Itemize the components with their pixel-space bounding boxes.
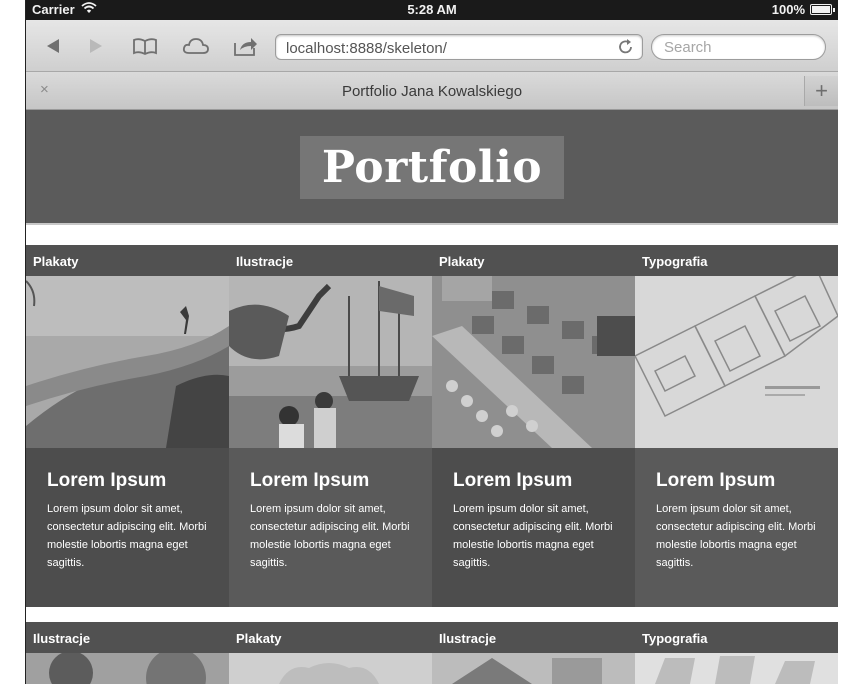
address-bar[interactable]: localhost:8888/skeleton/ (275, 34, 643, 60)
card-category: Plakaty (229, 622, 432, 653)
card-image (635, 653, 838, 684)
card-image (229, 276, 432, 448)
card-category: Ilustracje (432, 622, 635, 653)
card-text: Lorem ipsum dolor sit amet, consectetur … (453, 503, 613, 569)
portfolio-card[interactable]: Plakaty (432, 245, 635, 607)
reload-icon[interactable] (618, 38, 634, 60)
card-category: Plakaty (432, 245, 635, 276)
portfolio-card[interactable]: Typografia Lorem Ipsum Lorem ipsum dolor… (635, 245, 838, 607)
forward-icon[interactable] (81, 32, 111, 60)
card-title: Lorem Ipsum (47, 470, 167, 491)
card-text: Lorem ipsum dolor sit amet, consectetur … (47, 503, 207, 569)
status-right: 100% (771, 2, 835, 17)
portfolio-card[interactable]: Plakaty Lorem Ipsum Lorem ipsum dolor si… (26, 245, 229, 607)
portfolio-card[interactable]: Ilustracje (26, 622, 229, 684)
portfolio-card[interactable]: Ilustracje (432, 622, 635, 684)
card-text: Lorem ipsum dolor sit amet, consectetur … (656, 503, 816, 569)
url-text[interactable]: localhost:8888/skeleton/ (286, 40, 447, 57)
card-body: Lorem Ipsum Lorem ipsum dolor sit amet, … (26, 448, 229, 607)
card-category: Typografia (635, 245, 838, 276)
battery-icon (810, 4, 835, 15)
battery-label: 100% (771, 2, 805, 17)
status-bar: Carrier 5:28 AM 100% (26, 0, 838, 20)
card-image (26, 653, 229, 684)
ipad-screen: Carrier 5:28 AM 100% localhost:8888/skel… (26, 0, 838, 684)
tab-title[interactable]: Portfolio Jana Kowalskiego (26, 83, 838, 100)
page-header: Portfolio (26, 110, 838, 225)
logo-text: Portfolio (321, 142, 543, 193)
new-tab-button[interactable]: + (804, 76, 838, 106)
card-image (229, 653, 432, 684)
card-body: Lorem Ipsum Lorem ipsum dolor sit amet, … (635, 448, 838, 607)
cloud-icon[interactable] (181, 32, 211, 60)
search-box[interactable] (651, 34, 826, 60)
card-image (635, 276, 838, 448)
browser-toolbar: localhost:8888/skeleton/ (26, 20, 838, 72)
card-title: Lorem Ipsum (656, 470, 776, 491)
card-category: Ilustracje (229, 245, 432, 276)
card-title: Lorem Ipsum (453, 470, 573, 491)
search-input[interactable] (664, 39, 814, 56)
card-image (432, 276, 635, 448)
share-icon[interactable] (230, 32, 260, 60)
portfolio-row: Ilustracje Plakaty Ilustracje Typografia (26, 622, 838, 684)
card-category: Typografia (635, 622, 838, 653)
card-image (26, 276, 229, 448)
card-body: Lorem Ipsum Lorem ipsum dolor sit amet, … (229, 448, 432, 607)
card-category: Ilustracje (26, 622, 229, 653)
portfolio-card[interactable]: Ilustracje Lorem Ipsum Lorem ipsum dolor… (229, 245, 432, 607)
card-text: Lorem ipsum dolor sit amet, consectetur … (250, 503, 410, 569)
right-frame (838, 0, 845, 684)
status-time: 5:28 AM (407, 2, 457, 17)
back-icon[interactable] (38, 32, 68, 60)
tab-bar: × Portfolio Jana Kowalskiego + (26, 72, 838, 110)
portfolio-row: Plakaty Lorem Ipsum Lorem ipsum dolor si… (26, 245, 838, 607)
card-category: Plakaty (26, 245, 229, 276)
card-body: Lorem Ipsum Lorem ipsum dolor sit amet, … (432, 448, 635, 607)
left-frame (0, 0, 26, 684)
portfolio-card[interactable]: Plakaty (229, 622, 432, 684)
logo[interactable]: Portfolio (300, 136, 564, 199)
card-title: Lorem Ipsum (250, 470, 370, 491)
portfolio-card[interactable]: Typografia (635, 622, 838, 684)
card-image (432, 653, 635, 684)
bookmarks-icon[interactable] (130, 32, 160, 60)
